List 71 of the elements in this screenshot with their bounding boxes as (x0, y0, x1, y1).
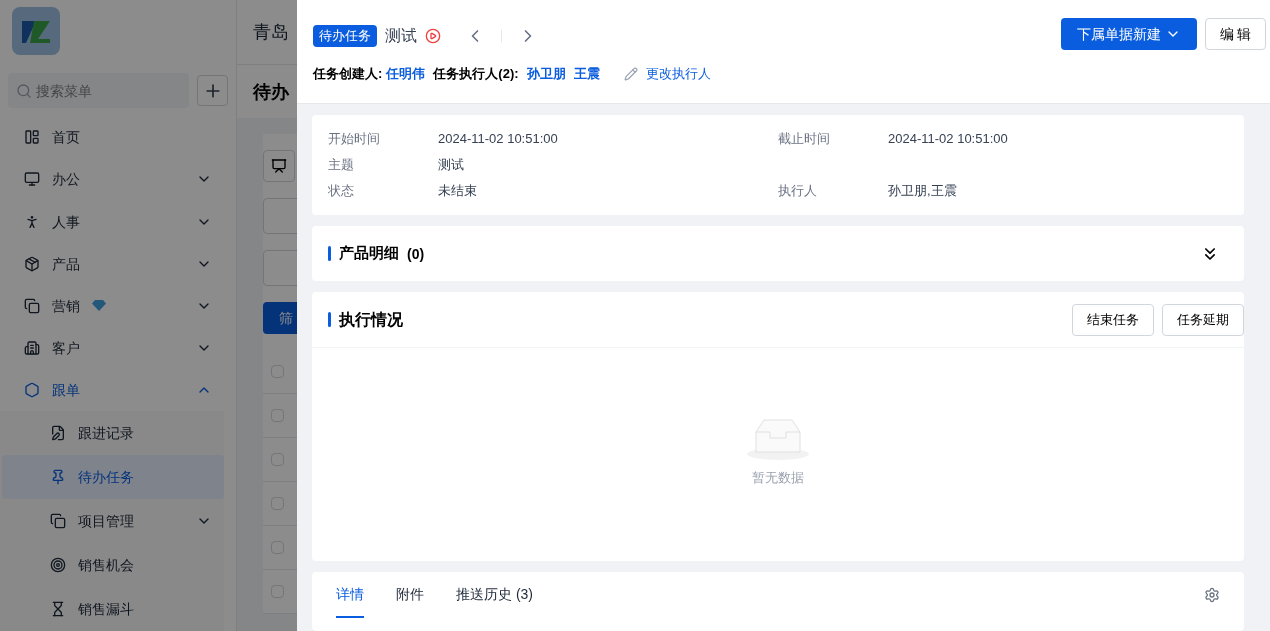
menu-item[interactable]: 跟单 (0, 368, 236, 411)
row-checkbox[interactable] (271, 453, 284, 466)
field-label: 执行人 (778, 182, 818, 201)
task-type-tag: 待办任务 (313, 25, 377, 47)
menu-item[interactable]: 办公 (0, 158, 236, 201)
settings-icon[interactable] (1204, 587, 1220, 603)
target-icon (50, 557, 66, 573)
field-value: 2024-11-02 10:51:00 (438, 130, 558, 149)
pencil-icon (623, 66, 638, 81)
row-checkbox[interactable] (271, 585, 284, 598)
tab[interactable]: 推送历史 (3) (456, 572, 533, 618)
field-value: 测试 (438, 156, 464, 175)
empty-inbox-icon (746, 418, 810, 460)
section-title: 执行情况 (339, 309, 403, 330)
company-name: 青岛 (253, 21, 289, 44)
search-field[interactable]: 搜索菜单 (8, 73, 189, 109)
logo-icon (12, 6, 60, 55)
menu-item[interactable]: 首页 (0, 116, 236, 159)
menu-item[interactable]: 产品 (0, 242, 236, 285)
person-icon (24, 213, 40, 230)
tab[interactable]: 详情 (336, 572, 364, 618)
copy-icon (50, 513, 66, 529)
executors-label: 任务执行人(2): (433, 65, 519, 83)
row-checkbox[interactable] (271, 365, 284, 378)
field-label: 状态 (328, 182, 355, 201)
box-icon (24, 255, 40, 272)
submenu-item[interactable]: 项目管理 (2, 499, 224, 543)
submenu-item[interactable]: 待办任务 (2, 455, 224, 499)
row-checkbox[interactable] (271, 497, 284, 510)
add-button[interactable] (197, 75, 228, 107)
pin-icon (50, 469, 66, 485)
monitor-icon (24, 171, 40, 188)
create-dropdown-button[interactable]: 下属单据新建 (1061, 18, 1197, 50)
hexagon-icon (24, 381, 40, 398)
toolbar-button[interactable] (263, 150, 295, 182)
field-value: 未结束 (438, 182, 477, 201)
field-label: 截止时间 (778, 130, 831, 149)
hourglass-icon (50, 601, 66, 617)
layout-icon (24, 129, 40, 146)
submenu-item[interactable]: 销售漏斗 (2, 587, 224, 631)
product-count: (0) (407, 244, 425, 264)
field-value: 孙卫朋,王震 (888, 182, 957, 201)
row-checkbox[interactable] (271, 541, 284, 554)
empty-text: 暂无数据 (752, 469, 804, 487)
search-icon (16, 83, 32, 100)
menu-item[interactable]: 客户 (0, 326, 236, 369)
action-button[interactable]: 任务延期 (1162, 303, 1244, 336)
section-title: 产品明细 (339, 243, 399, 264)
menu-item[interactable]: 人事 (0, 200, 236, 243)
presentation-icon (271, 158, 287, 174)
creator-label: 任务创建人: (313, 65, 383, 83)
copy-icon (24, 297, 40, 314)
action-button[interactable]: 结束任务 (1072, 303, 1154, 336)
change-executor-link[interactable]: 更改执行人 (645, 64, 711, 84)
field-label: 开始时间 (328, 130, 381, 149)
row-checkbox[interactable] (271, 409, 284, 422)
submenu-item[interactable]: 跟进记录 (2, 411, 224, 455)
tab[interactable]: 附件 (396, 572, 424, 618)
building-icon (24, 339, 40, 356)
field-label: 主题 (328, 156, 355, 175)
creator-link[interactable]: 任明伟 (386, 64, 426, 84)
file-pen-icon (50, 425, 66, 441)
edit-button[interactable]: 编 辑 (1205, 18, 1266, 50)
submenu-item[interactable]: 销售机会 (2, 543, 224, 587)
page-title: 待办 (253, 80, 289, 104)
field-value: 2024-11-02 10:51:00 (888, 130, 1008, 149)
executor-link[interactable]: 王震 (573, 64, 600, 84)
drawer-title: 测试 (385, 26, 417, 46)
menu-item[interactable]: 营销 (0, 284, 236, 327)
executor-link[interactable]: 孙卫朋 (526, 64, 566, 84)
play-icon[interactable] (425, 28, 441, 44)
